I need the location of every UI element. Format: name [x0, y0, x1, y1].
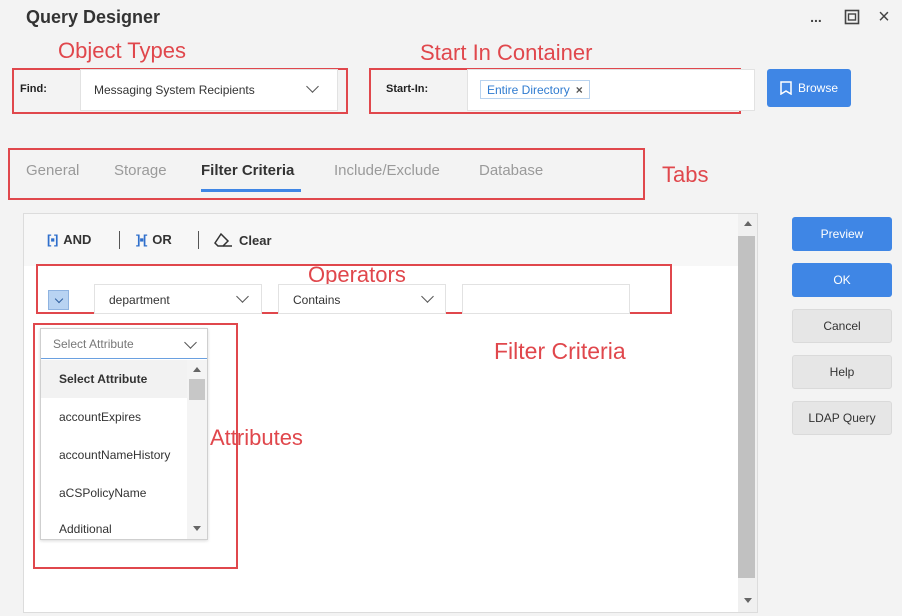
annotation-attributes: Attributes [210, 425, 303, 450]
find-label: Find: [20, 83, 47, 95]
chevron-down-icon [236, 290, 249, 303]
tab-database[interactable]: Database [479, 162, 543, 179]
or-bracket-icon: ]▪[ [136, 232, 147, 247]
filter-toolbar [24, 214, 738, 266]
book-icon [780, 81, 792, 95]
or-button-label: OR [152, 232, 172, 247]
find-select[interactable]: Messaging System Recipients [80, 69, 338, 111]
scroll-up-icon[interactable] [193, 367, 201, 372]
eraser-icon [214, 232, 232, 247]
list-item[interactable]: Additional [41, 512, 187, 538]
attribute-dropdown-scroll-thumb[interactable] [189, 379, 205, 400]
annotation-tabs: Tabs [662, 162, 709, 187]
attribute-dropdown-header[interactable]: Select Attribute [41, 329, 207, 359]
clear-button[interactable]: Clear [214, 232, 272, 248]
window-title: Query Designer [26, 7, 161, 27]
list-item[interactable]: accountExpires [41, 398, 187, 436]
start-in-label: Start-In: [386, 83, 429, 95]
help-button[interactable]: Help [792, 355, 892, 389]
operator-select[interactable]: Contains [278, 284, 446, 314]
maximize-glyph [844, 9, 860, 25]
toolbar-divider [119, 231, 120, 249]
filter-value-input[interactable] [462, 284, 630, 314]
browse-button-label: Browse [797, 81, 838, 95]
active-tab-indicator [201, 189, 301, 192]
close-icon[interactable]: × [874, 6, 894, 28]
maximize-icon[interactable] [842, 7, 862, 27]
chevron-down-icon [54, 294, 63, 303]
clear-button-label: Clear [239, 232, 272, 248]
browse-button[interactable]: Browse [767, 69, 851, 107]
scroll-up-icon[interactable] [744, 221, 752, 226]
tab-storage[interactable]: Storage [114, 162, 167, 179]
collapse-group-button[interactable] [48, 290, 69, 310]
attribute-select-value: department [109, 293, 170, 307]
and-button[interactable]: [▪] AND [47, 232, 91, 247]
cancel-button[interactable]: Cancel [792, 309, 892, 343]
start-in-chip-label: Entire Directory [487, 82, 570, 97]
and-bracket-icon: [▪] [47, 232, 58, 247]
toolbar-divider [198, 231, 199, 249]
annotation-start-in-container: Start In Container [420, 40, 593, 65]
annotation-object-types: Object Types [58, 38, 186, 63]
operator-select-value: Contains [293, 293, 341, 307]
list-item[interactable]: aCSPolicyName [41, 474, 187, 512]
ldap-query-button[interactable]: LDAP Query [792, 401, 892, 435]
tab-filter-criteria[interactable]: Filter Criteria [201, 162, 294, 179]
more-options-icon[interactable]: ... [806, 7, 826, 27]
chevron-down-icon [421, 290, 434, 303]
remove-chip-icon[interactable]: × [576, 83, 583, 97]
panel-scroll-thumb[interactable] [738, 236, 755, 578]
annotation-filter-criteria: Filter Criteria [494, 338, 626, 364]
preview-button[interactable]: Preview [792, 217, 892, 251]
tab-include-exclude[interactable]: Include/Exclude [334, 162, 440, 179]
chevron-down-icon [306, 80, 319, 93]
start-in-chip: Entire Directory × [480, 80, 590, 99]
tab-general[interactable]: General [26, 162, 79, 179]
attribute-dropdown-placeholder: Select Attribute [53, 336, 134, 351]
list-item[interactable]: Select Attribute [41, 360, 187, 398]
scroll-down-icon[interactable] [744, 598, 752, 603]
attribute-select[interactable]: department [94, 284, 262, 314]
or-button[interactable]: ]▪[ OR [136, 232, 172, 247]
scroll-down-icon[interactable] [193, 526, 201, 531]
find-select-value: Messaging System Recipients [94, 83, 255, 97]
annotation-box-tabs [8, 148, 645, 200]
ok-button[interactable]: OK [792, 263, 892, 297]
chevron-down-icon [184, 336, 197, 349]
list-item[interactable]: accountNameHistory [41, 436, 187, 474]
and-button-label: AND [63, 232, 92, 247]
